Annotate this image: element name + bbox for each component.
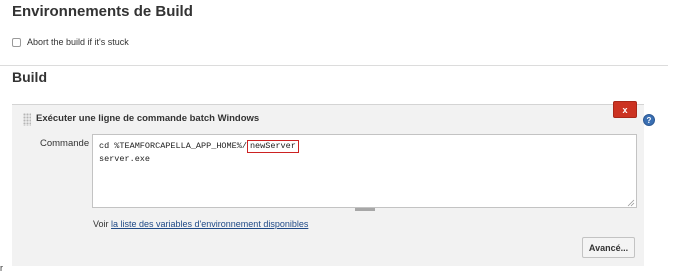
command-line-1-prefix: cd %TEAMFORCAPELLA_APP_HOME%/	[99, 141, 247, 151]
textarea-scroll-handle[interactable]	[355, 208, 375, 211]
command-line-1: cd %TEAMFORCAPELLA_APP_HOME%/newServer	[99, 140, 630, 153]
abort-build-label: Abort the build if it's stuck	[27, 37, 129, 47]
section-divider	[0, 65, 668, 66]
advanced-button[interactable]: Avancé...	[582, 237, 635, 258]
resize-grip-icon[interactable]	[627, 199, 635, 207]
abort-build-checkbox[interactable]	[12, 37, 21, 47]
env-vars-link[interactable]: la liste des variables d'environnement d…	[111, 219, 308, 229]
build-step-title: Exécuter une ligne de commande batch Win…	[36, 113, 260, 124]
drag-handle-icon[interactable]	[23, 113, 31, 126]
command-label: Commande	[40, 138, 90, 149]
section-title-build: Build	[12, 69, 47, 85]
command-line-2: server.exe	[99, 154, 151, 164]
command-textarea[interactable]: cd %TEAMFORCAPELLA_APP_HOME%/newServer s…	[92, 134, 637, 208]
section-title-build-environments: Environnements de Build	[12, 3, 193, 20]
env-vars-hint: Voir la liste des variables d'environnem…	[93, 219, 308, 229]
delete-step-button[interactable]: x	[613, 101, 637, 118]
help-icon[interactable]: ?	[643, 114, 655, 126]
abort-build-option[interactable]: Abort the build if it's stuck	[12, 37, 129, 47]
env-vars-prefix: Voir	[93, 219, 112, 229]
highlighted-server-name: newServer	[246, 140, 299, 153]
clipped-text-fragment: r	[0, 263, 3, 273]
